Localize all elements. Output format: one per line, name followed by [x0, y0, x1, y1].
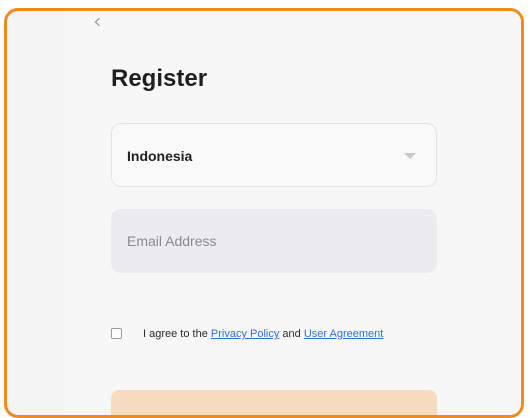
privacy-policy-link[interactable]: Privacy Policy — [211, 328, 279, 340]
agreement-prefix: I agree to the — [143, 328, 211, 340]
register-submit-button[interactable] — [111, 390, 437, 415]
register-screen: Register Indonesia Email Address I agree… — [4, 8, 524, 418]
country-select-value: Indonesia — [127, 148, 193, 164]
country-select[interactable]: Indonesia — [111, 123, 437, 187]
email-field[interactable]: Email Address — [111, 209, 437, 273]
page-title: Register — [111, 65, 208, 92]
agreement-text: I agree to the Privacy Policy and User A… — [143, 326, 403, 343]
caret-down-icon — [404, 153, 416, 159]
email-placeholder: Email Address — [127, 233, 217, 249]
agreement-middle: and — [279, 328, 304, 340]
agreement-checkbox[interactable] — [111, 328, 122, 339]
user-agreement-link[interactable]: User Agreement — [304, 328, 383, 340]
